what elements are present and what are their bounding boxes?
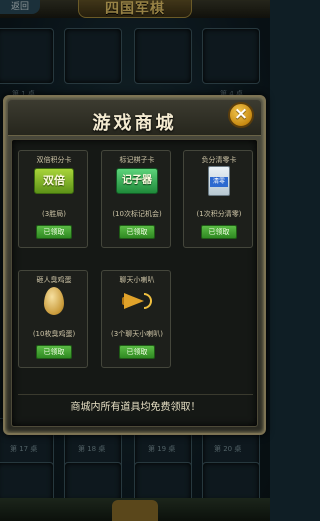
double-card-icon-label: 双倍 [34,168,74,194]
clear-card-icon-label: 清零 [210,177,228,187]
item-description: (1次积分清零) [196,210,242,218]
horn-graphic [120,287,154,315]
claim-button[interactable]: 已领取 [201,225,237,239]
item-name: 砸人臭鸡蛋 [36,276,72,284]
horn-icon [116,286,158,316]
item-description: (10枚臭鸡蛋) [32,330,76,338]
shop-item-score-reset: 负分清零卡 清零 (1次积分清零) 已领取 [183,150,253,248]
claim-button[interactable]: 已领取 [119,225,155,239]
shop-footer-notice: 商城内所有道具均免费领取！ [18,394,253,420]
shop-dialog: 游戏商城 × 双倍积分卡 双倍 (3胜局) 已领取 标记棋子卡 记子器 (10次… [3,95,266,435]
shop-item-panel: 双倍积分卡 双倍 (3胜局) 已领取 标记棋子卡 记子器 (10次标记机会) 已… [11,139,258,427]
marker-card-icon: 记子器 [116,166,158,196]
item-description: (3个聊天小喇叭) [111,330,163,338]
claim-button[interactable]: 已领取 [36,345,72,359]
clear-card-graphic: 清零 [208,166,230,196]
egg-graphic [44,287,64,315]
double-card-icon: 双倍 [33,166,75,196]
shop-title: 游戏商城 [92,113,177,134]
item-name: 聊天小喇叭 [119,276,155,284]
shop-item-piece-marker: 标记棋子卡 记子器 (10次标记机会) 已领取 [101,150,171,248]
claim-button[interactable]: 已领取 [36,225,72,239]
clear-card-icon: 清零 [198,166,240,196]
item-name: 负分清零卡 [201,156,237,164]
close-button[interactable]: × [228,102,254,128]
marker-card-icon-label: 记子器 [116,168,158,194]
shop-title-bar: 游戏商城 [8,100,261,136]
item-name: 双倍积分卡 [36,156,72,164]
shop-item-double-points: 双倍积分卡 双倍 (3胜局) 已领取 [18,150,88,248]
egg-icon [33,286,75,316]
shop-item-chat-horn: 聊天小喇叭 (3个聊天小喇叭) 已领取 [101,270,171,368]
claim-button[interactable]: 已领取 [119,345,155,359]
shop-item-rotten-egg: 砸人臭鸡蛋 (10枚臭鸡蛋) 已领取 [18,270,88,368]
item-name: 标记棋子卡 [119,156,155,164]
item-description: (3胜局) [42,210,66,218]
item-description: (10次标记机会) [112,210,162,218]
